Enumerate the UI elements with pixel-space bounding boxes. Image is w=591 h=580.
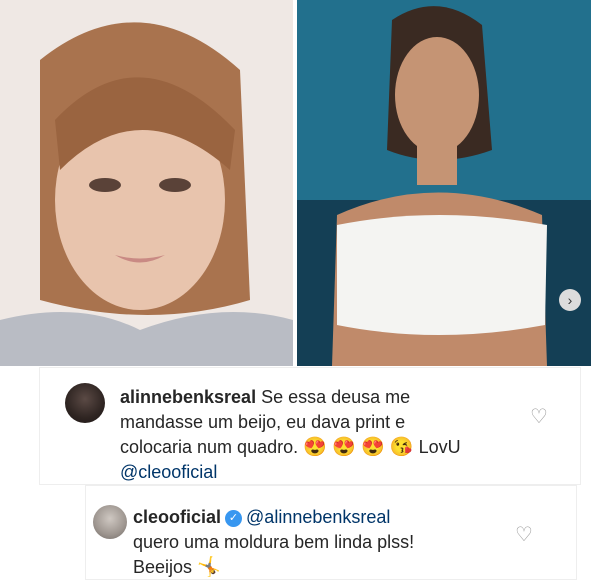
comment-text-line2: mandasse um beijo, eu dava print e xyxy=(120,412,406,432)
comment-username[interactable]: alinnebenksreal xyxy=(120,387,256,407)
verified-badge-icon: ✓ xyxy=(225,509,243,527)
comment-mention[interactable]: @alinnebenksreal xyxy=(246,507,390,527)
comment-text-line1: quero uma moldura bem linda plss! xyxy=(133,532,415,552)
comment-text-line1: Se essa deusa me xyxy=(261,387,411,407)
carousel-next-button[interactable]: › xyxy=(559,289,581,311)
avatar[interactable] xyxy=(65,383,105,423)
comment-mention[interactable]: @cleooficial xyxy=(120,462,217,482)
avatar[interactable] xyxy=(93,505,127,539)
photo-right xyxy=(297,0,591,366)
comment-body-2: cleooficial ✓ @alinnebenksreal quero uma m… xyxy=(133,505,513,580)
comment-username[interactable]: cleooficial xyxy=(133,507,221,527)
comment-text-line2: Beeijos xyxy=(133,557,193,577)
portrait-illustration-left xyxy=(0,0,293,366)
comment-body-1: alinnebenksreal Se essa deusa me mandass… xyxy=(120,385,520,485)
photo-left xyxy=(0,0,293,366)
comment-emoji: 🤸 xyxy=(197,557,221,578)
like-heart-icon[interactable]: ♡ xyxy=(528,406,550,428)
portrait-illustration-right xyxy=(297,0,591,366)
comment-emojis: 😍 😍 😍 😘 xyxy=(303,437,414,458)
like-heart-icon[interactable]: ♡ xyxy=(513,524,535,546)
comment-signoff: LovU xyxy=(418,437,461,457)
chevron-right-icon: › xyxy=(567,292,573,308)
comment-text-line3: colocaria num quadro. xyxy=(120,437,299,457)
